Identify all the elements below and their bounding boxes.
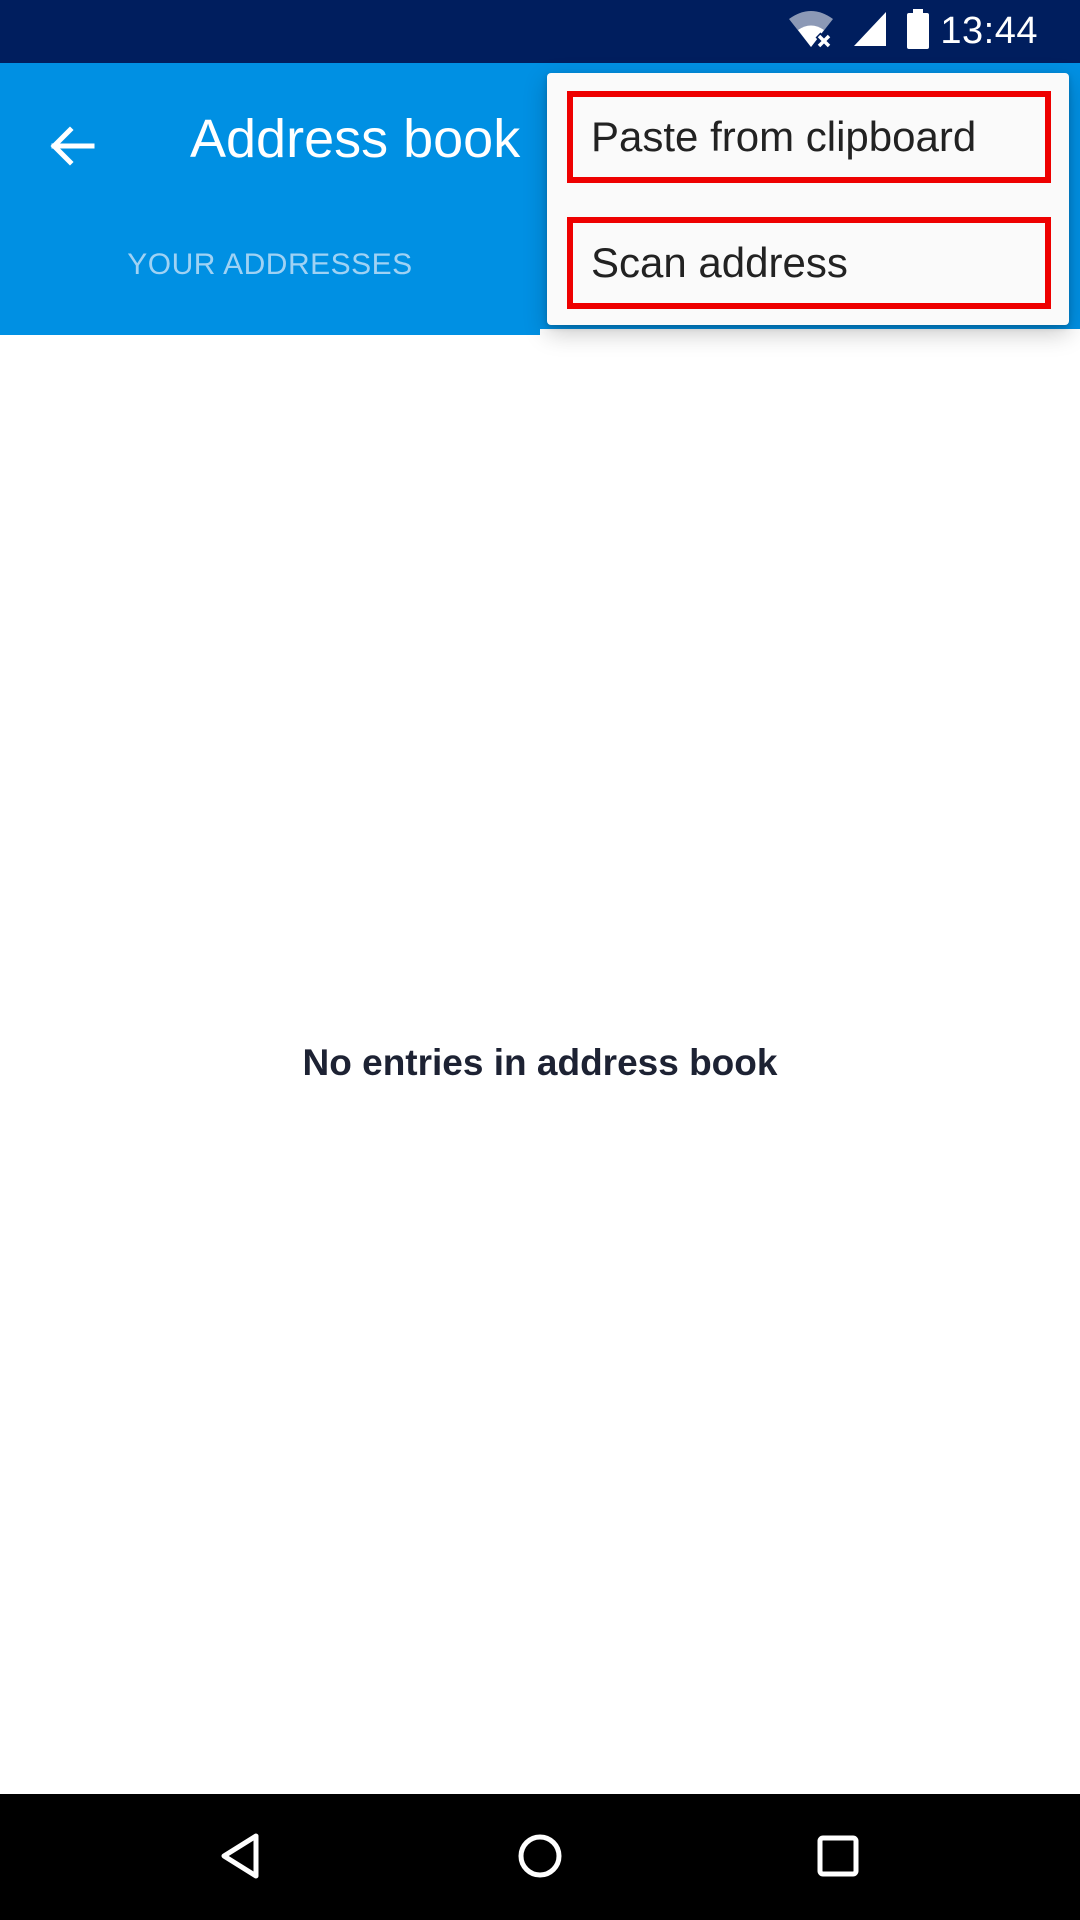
menu-item-paste-from-clipboard[interactable]: Paste from clipboard	[567, 91, 1051, 183]
battery-icon	[906, 9, 930, 54]
back-button[interactable]	[30, 106, 114, 190]
nav-recents-icon	[816, 1834, 860, 1883]
nav-home-icon	[516, 1832, 564, 1885]
tab-your-addresses[interactable]: YOUR ADDRESSES	[0, 248, 540, 335]
status-time: 13:44	[940, 10, 1038, 52]
nav-home-button[interactable]	[504, 1822, 576, 1894]
cell-signal-icon	[852, 10, 888, 53]
empty-state-message: No entries in address book	[302, 1042, 778, 1083]
system-nav-bar	[0, 1794, 1080, 1920]
overflow-menu: Paste from clipboard Scan address	[547, 73, 1069, 325]
status-bar: 13:44	[0, 0, 1080, 63]
status-icons	[788, 9, 930, 54]
screen: 13:44 Address book YOUR ADDRESSES No ent…	[0, 0, 1080, 1920]
tab-indicator	[540, 329, 1080, 335]
nav-recents-button[interactable]	[802, 1822, 874, 1894]
page-title: Address book	[190, 109, 521, 169]
menu-item-scan-address[interactable]: Scan address	[567, 217, 1051, 309]
nav-back-button[interactable]	[206, 1822, 278, 1894]
arrow-left-icon	[48, 122, 96, 175]
wifi-off-icon	[788, 9, 834, 54]
nav-back-icon	[218, 1832, 266, 1885]
